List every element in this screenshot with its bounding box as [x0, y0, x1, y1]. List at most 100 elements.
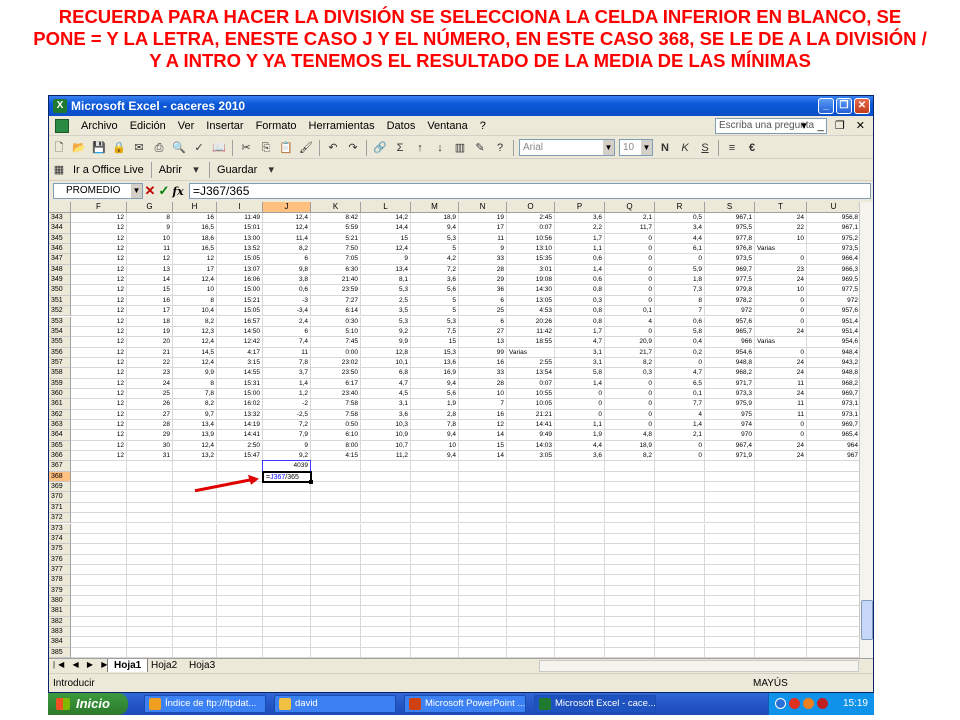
grid-cell[interactable]: 965,7: [705, 326, 755, 338]
row-header[interactable]: 357: [49, 357, 71, 369]
row-header[interactable]: 363: [49, 420, 71, 431]
grid-cell[interactable]: 14: [459, 430, 507, 441]
grid-cell[interactable]: [217, 471, 263, 483]
grid-cell[interactable]: [173, 575, 217, 586]
grid-cell[interactable]: 3:15: [217, 357, 263, 369]
redo-icon[interactable]: ↷: [345, 140, 361, 156]
grid-cell[interactable]: 966,4: [807, 254, 861, 265]
grid-cell[interactable]: 1,9: [411, 399, 459, 410]
row-header[interactable]: 365: [49, 440, 71, 452]
grid-cell[interactable]: 11:42: [507, 326, 555, 338]
document-icon[interactable]: [55, 118, 69, 133]
grid-cell[interactable]: [311, 606, 361, 617]
grid-cell[interactable]: [361, 637, 411, 648]
row-header[interactable]: 345: [49, 233, 71, 245]
grid-cell[interactable]: [755, 595, 807, 607]
grid-cell[interactable]: 0:50: [311, 420, 361, 431]
grid-cell[interactable]: 24: [755, 451, 807, 462]
grid-cell[interactable]: [605, 627, 655, 638]
grid-cell[interactable]: [705, 585, 755, 596]
row-header[interactable]: 385: [49, 647, 71, 658]
grid-cell[interactable]: 11: [127, 244, 173, 255]
grid-cell[interactable]: 14:03: [507, 440, 555, 452]
grid-cell[interactable]: [71, 544, 127, 555]
grid-cell[interactable]: 8: [173, 378, 217, 389]
grid-cell[interactable]: 16: [459, 409, 507, 420]
grid-cell[interactable]: [807, 595, 861, 607]
menu-datos[interactable]: Datos: [381, 116, 422, 136]
grid-cell[interactable]: 11: [755, 399, 807, 410]
grid-cell[interactable]: 24: [755, 368, 807, 379]
grid-cell[interactable]: 0: [605, 326, 655, 338]
row-header[interactable]: 350: [49, 285, 71, 296]
grid-cell[interactable]: [361, 482, 411, 493]
grid-cell[interactable]: 15:01: [217, 223, 263, 234]
grid-cell[interactable]: [555, 471, 605, 483]
grid-cell[interactable]: [705, 616, 755, 627]
grid-cell[interactable]: [605, 606, 655, 617]
sort-ascending-icon[interactable]: ↑: [412, 140, 428, 156]
grid-cell[interactable]: [807, 637, 861, 648]
grid-cell[interactable]: [411, 616, 459, 627]
grid-cell[interactable]: 9: [361, 254, 411, 265]
grid-cell[interactable]: [605, 595, 655, 607]
grid-cell[interactable]: 20,9: [605, 337, 655, 348]
grid-cell[interactable]: 977,5: [705, 275, 755, 286]
sheet-tab-hoja3[interactable]: Hoja3: [183, 659, 221, 672]
row-header[interactable]: 346: [49, 244, 71, 255]
grid-cell[interactable]: -3,4: [263, 306, 311, 317]
grid-cell[interactable]: 12: [71, 326, 127, 338]
grid-cell[interactable]: 12,4: [263, 213, 311, 224]
maximize-button[interactable]: ❐: [836, 98, 852, 114]
grid-cell[interactable]: [173, 595, 217, 607]
format-painter-icon[interactable]: 🖌: [298, 140, 314, 156]
grid-cell[interactable]: 0,8: [555, 285, 605, 296]
grid-cell[interactable]: [655, 523, 705, 534]
grid-cell[interactable]: [361, 575, 411, 586]
grid-cell[interactable]: 943,2: [807, 357, 861, 369]
grid-cell[interactable]: -3: [263, 295, 311, 307]
grid-cell[interactable]: [127, 637, 173, 648]
grid-cell[interactable]: 0: [655, 357, 705, 369]
grid-cell[interactable]: [755, 533, 807, 545]
row-header[interactable]: 344: [49, 223, 71, 234]
menu-formato[interactable]: Formato: [250, 116, 303, 136]
grid-cell[interactable]: [71, 523, 127, 534]
close-button[interactable]: ✕: [854, 98, 870, 114]
row-header[interactable]: 368: [49, 471, 71, 483]
grid-cell[interactable]: [173, 627, 217, 638]
grid-cell[interactable]: 14:50: [217, 326, 263, 338]
grid-cell[interactable]: [507, 482, 555, 493]
grid-cell[interactable]: 0: [605, 388, 655, 400]
grid-cell[interactable]: [807, 627, 861, 638]
grid-cell[interactable]: 11,4: [263, 233, 311, 245]
grid-cell[interactable]: 24: [755, 440, 807, 452]
grid-cell[interactable]: 972: [705, 306, 755, 317]
grid-cell[interactable]: 977,5: [807, 285, 861, 296]
grid-cell[interactable]: [71, 595, 127, 607]
grid-cell[interactable]: [127, 482, 173, 493]
row-header[interactable]: 362: [49, 409, 71, 420]
grid-cell[interactable]: 2,4: [263, 316, 311, 327]
grid-cell[interactable]: 1,4: [555, 264, 605, 276]
autosum-icon[interactable]: Σ: [392, 140, 408, 156]
grid-cell[interactable]: [173, 637, 217, 648]
grid-cell[interactable]: 15: [459, 440, 507, 452]
grid-cell[interactable]: 0,1: [655, 388, 705, 400]
grid-cell[interactable]: [605, 637, 655, 648]
chart-wizard-icon[interactable]: ▥: [452, 140, 468, 156]
grid-cell[interactable]: 0: [605, 420, 655, 431]
grid-cell[interactable]: 964: [807, 440, 861, 452]
grid-cell[interactable]: 5: [411, 295, 459, 307]
grid-cell[interactable]: 948,8: [705, 357, 755, 369]
save-icon[interactable]: 💾: [91, 140, 107, 156]
grid-cell[interactable]: 8,2: [173, 316, 217, 327]
grid-cell[interactable]: [655, 471, 705, 483]
grid-cell[interactable]: [555, 523, 605, 534]
grid-cell[interactable]: [605, 471, 655, 483]
grid-cell[interactable]: 0: [655, 451, 705, 462]
grid-cell[interactable]: 14: [459, 451, 507, 462]
grid-cell[interactable]: 0,5: [655, 213, 705, 224]
grid-cell[interactable]: [71, 513, 127, 524]
grid-cell[interactable]: 7:27: [311, 295, 361, 307]
